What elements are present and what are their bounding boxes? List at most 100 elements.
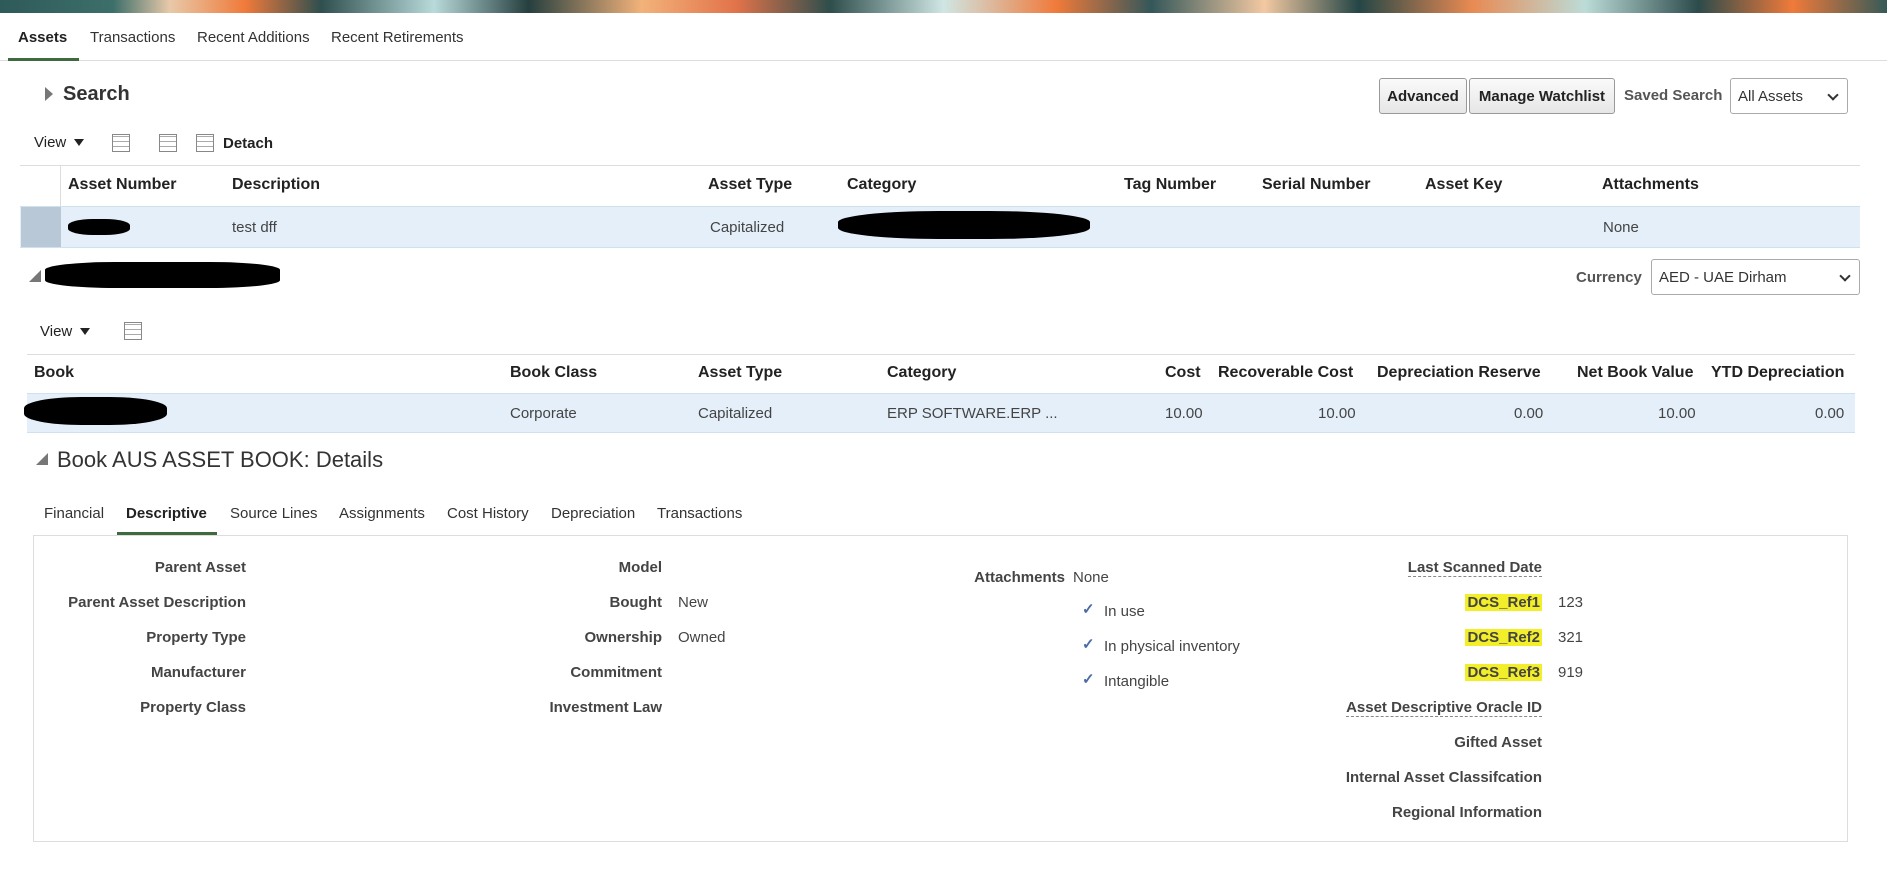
cell-asset-type: Capitalized (710, 219, 785, 236)
intangible-label: Intangible (1104, 673, 1170, 690)
col-recoverable-cost[interactable]: Recoverable Cost (1218, 364, 1353, 382)
freeze-columns-icon[interactable] (124, 322, 142, 340)
saved-search-value: All Assets (1738, 87, 1804, 105)
table-top-border (27, 354, 1855, 355)
cell-category: ERP SOFTWARE.ERP ... (887, 405, 1058, 422)
tab-financial[interactable]: Financial (44, 505, 104, 522)
bought-label: Bought (609, 594, 662, 611)
col-attachments[interactable]: Attachments (1602, 176, 1699, 194)
redacted-section-title (45, 262, 280, 288)
detach-icon[interactable] (196, 134, 214, 152)
internal-asset-classification-label: Internal Asset Classifcation (1345, 769, 1542, 786)
tab-cost-history[interactable]: Cost History (447, 505, 529, 522)
dcs-ref2-value: 321 (1558, 629, 1584, 646)
check-icon: ✓ (1082, 671, 1095, 688)
search-expand-icon[interactable] (45, 87, 53, 101)
col-serial-number[interactable]: Serial Number (1262, 176, 1370, 194)
tab-descriptive[interactable]: Descriptive (126, 505, 207, 522)
active-subtab-indicator (117, 532, 217, 535)
gifted-asset-label: Gifted Asset (1454, 734, 1542, 751)
model-label: Model (618, 559, 662, 576)
ownership-value: Owned (678, 629, 726, 646)
ownership-label: Ownership (584, 629, 662, 646)
tab-recent-retirements[interactable]: Recent Retirements (331, 29, 464, 46)
in-use-label: In use (1104, 603, 1145, 620)
col-book[interactable]: Book (34, 364, 74, 382)
saved-search-label: Saved Search (1624, 87, 1723, 104)
col-cost[interactable]: Cost (1165, 364, 1201, 382)
col-tag-number[interactable]: Tag Number (1124, 176, 1216, 194)
table-top-border (20, 165, 1860, 166)
tab-source-lines[interactable]: Source Lines (230, 505, 318, 522)
query-by-example-icon[interactable] (159, 134, 177, 152)
commitment-label: Commitment (570, 664, 662, 681)
attachments-value: None (1073, 569, 1109, 586)
tab-assignments[interactable]: Assignments (339, 505, 425, 522)
top-tabs: Assets Transactions Recent Additions Rec… (0, 13, 1887, 61)
detach-button[interactable]: Detach (223, 135, 273, 152)
col-description[interactable]: Description (232, 176, 320, 194)
currency-label: Currency (1576, 269, 1642, 286)
row-selector[interactable] (21, 207, 61, 247)
col-asset-type[interactable]: Asset Type (708, 176, 792, 194)
section-collapse-icon[interactable] (29, 270, 41, 282)
attachments-label: Attachments (974, 569, 1065, 586)
details-collapse-icon[interactable] (36, 453, 48, 465)
col-net-book-value[interactable]: Net Book Value (1577, 364, 1693, 382)
cell-depreciation-reserve: 0.00 (1514, 405, 1544, 422)
cell-recoverable-cost: 10.00 (1318, 405, 1356, 422)
regional-information-label: Regional Information (1392, 804, 1542, 821)
cell-net-book-value: 10.00 (1658, 405, 1696, 422)
view-menu[interactable]: View (34, 134, 85, 151)
advanced-button[interactable]: Advanced (1379, 78, 1467, 114)
check-icon: ✓ (1082, 636, 1095, 653)
col-asset-key[interactable]: Asset Key (1425, 176, 1502, 194)
bought-value: New (678, 594, 709, 611)
col-depreciation-reserve[interactable]: Depreciation Reserve (1377, 364, 1541, 382)
cell-asset-type: Capitalized (698, 405, 773, 422)
view-menu-2[interactable]: View (40, 323, 91, 340)
col-ytd-depreciation[interactable]: YTD Depreciation (1711, 364, 1844, 382)
tab-recent-additions[interactable]: Recent Additions (197, 29, 310, 46)
col-asset-type[interactable]: Asset Type (698, 364, 782, 382)
redacted-category (838, 211, 1090, 239)
cell-ytd-depreciation: 0.00 (1815, 405, 1845, 422)
dcs-ref2-label: DCS_Ref2 (1465, 629, 1542, 646)
details-title: Book AUS ASSET BOOK: Details (57, 447, 384, 472)
view-label: View (34, 134, 67, 151)
last-scanned-date-label: Last Scanned Date (1407, 559, 1542, 577)
dcs-ref1-label: DCS_Ref1 (1465, 594, 1542, 611)
active-tab-indicator (8, 58, 79, 61)
dcs-ref3-value: 919 (1558, 664, 1584, 681)
cell-description: test dff (232, 219, 277, 236)
view-label-2: View (40, 323, 73, 340)
currency-select[interactable]: AED - UAE Dirham (1651, 259, 1860, 295)
cell-attachments: None (1603, 219, 1639, 236)
tab-depreciation[interactable]: Depreciation (551, 505, 635, 522)
parent-asset-label: Parent Asset (154, 559, 246, 576)
dcs-ref1-value: 123 (1558, 594, 1584, 611)
col-asset-number[interactable]: Asset Number (68, 176, 176, 194)
tab-assets[interactable]: Assets (18, 29, 67, 46)
investment-law-label: Investment Law (549, 699, 662, 716)
col-book-class[interactable]: Book Class (510, 364, 597, 382)
col-category[interactable]: Category (847, 176, 916, 194)
property-class-label: Property Class (140, 699, 246, 716)
caret-down-icon (80, 328, 91, 335)
dcs-ref3-label: DCS_Ref3 (1465, 664, 1542, 681)
currency-value: AED - UAE Dirham (1659, 268, 1787, 286)
redacted-book (24, 397, 167, 425)
freeze-columns-icon[interactable] (112, 134, 130, 152)
parent-asset-description-label: Parent Asset Description (68, 594, 246, 611)
saved-search-select[interactable]: All Assets (1730, 78, 1848, 114)
tab-transactions[interactable]: Transactions (657, 505, 742, 522)
chevron-down-icon (1827, 89, 1839, 101)
search-title[interactable]: Search (63, 83, 130, 106)
manage-watchlist-button[interactable]: Manage Watchlist (1469, 78, 1615, 114)
in-physical-inventory-label: In physical inventory (1104, 638, 1240, 655)
col-category[interactable]: Category (887, 364, 956, 382)
tab-transactions[interactable]: Transactions (90, 29, 175, 46)
property-type-label: Property Type (146, 629, 246, 646)
manufacturer-label: Manufacturer (150, 664, 246, 681)
cell-book-class: Corporate (510, 405, 577, 422)
